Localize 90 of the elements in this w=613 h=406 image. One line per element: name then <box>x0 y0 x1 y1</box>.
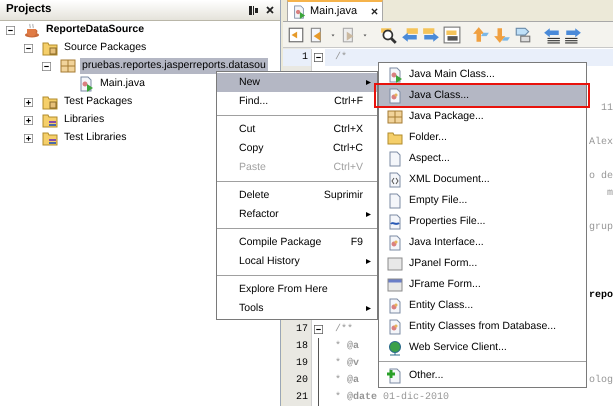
line-number: 19 <box>296 358 308 369</box>
java-file-icon <box>387 234 403 250</box>
coffee-cup-icon <box>24 22 40 38</box>
folder-icon <box>42 94 58 110</box>
folder-icon <box>42 112 58 128</box>
code-text: /** <box>334 322 354 337</box>
tree-item[interactable]: pruebas.reportes.jasperreports.datasou <box>80 58 268 74</box>
java-file-icon <box>387 88 403 104</box>
expand-icon[interactable] <box>24 98 33 106</box>
code-text: *@a <box>334 374 360 388</box>
code-text: olog <box>588 374 613 388</box>
menu-item[interactable]: Cut Ctrl+X <box>217 120 377 139</box>
tree-item[interactable]: Libraries <box>62 112 106 128</box>
menu-item[interactable]: Folder... <box>379 127 586 148</box>
collapse-icon[interactable] <box>42 62 51 70</box>
code-text: *@date 01-dic-2010 <box>334 390 450 405</box>
new-file-icon <box>387 368 403 384</box>
collapse-icon[interactable] <box>24 44 33 52</box>
code-text: o de <box>588 170 613 184</box>
minimize-icon[interactable] <box>249 6 258 14</box>
xml-file-icon <box>387 172 403 188</box>
code-text: *@v <box>334 356 360 371</box>
search-icon[interactable] <box>380 26 398 44</box>
java-file-icon <box>387 66 403 82</box>
java-file-icon <box>292 4 306 18</box>
menu-item[interactable]: Aspect... <box>379 148 586 169</box>
collapse-icon[interactable] <box>6 26 15 34</box>
line-number: 21 <box>296 392 308 403</box>
code-text: repo <box>588 289 613 303</box>
expand-icon[interactable] <box>24 134 33 142</box>
menu-item[interactable]: New <box>217 73 377 92</box>
globe-icon <box>387 340 403 356</box>
code-text: m <box>606 187 613 201</box>
folder-icon <box>387 130 403 146</box>
menu-item[interactable]: Explore From Here <box>217 280 377 299</box>
editor-tab[interactable]: Main.java <box>287 0 384 21</box>
menu-item[interactable]: Local History <box>217 252 377 271</box>
expand-icon[interactable] <box>24 116 33 124</box>
code-text: 11 <box>600 102 613 116</box>
menu-item[interactable]: Tools <box>217 299 377 318</box>
tree-item[interactable]: Main.java <box>98 76 147 92</box>
close-icon[interactable] <box>371 8 378 15</box>
menu-item[interactable]: Java Package... <box>379 106 586 127</box>
panel-title: Projects <box>6 2 52 18</box>
menu-item[interactable]: Entity Class... <box>379 295 586 316</box>
menu-item[interactable]: Other... <box>379 365 586 386</box>
shift-right-icon[interactable] <box>564 26 582 44</box>
code-text: grup <box>588 221 613 235</box>
menu-item[interactable]: Find... Ctrl+F <box>217 92 377 111</box>
tree-item[interactable]: Source Packages <box>62 40 148 56</box>
menu-item[interactable]: JPanel Form... <box>379 253 586 274</box>
menu-item[interactable]: Entity Classes from Database... <box>379 316 586 337</box>
window-form-icon <box>387 276 403 292</box>
shift-left-icon[interactable] <box>543 26 561 44</box>
menu-item[interactable]: Properties File... <box>379 211 586 232</box>
menu-item[interactable]: Java Interface... <box>379 232 586 253</box>
tree-item[interactable]: ReporteDataSource <box>44 22 146 38</box>
line-number: 1 <box>302 52 308 63</box>
folder-icon <box>42 130 58 146</box>
properties-file-icon <box>387 214 403 230</box>
menu-item[interactable]: Delete Suprimir <box>217 186 377 205</box>
java-file-icon <box>387 318 403 334</box>
code-text: *@a <box>334 340 360 354</box>
package-icon <box>387 108 403 124</box>
file-icon <box>387 192 403 208</box>
tree-item[interactable]: Test Packages <box>62 94 134 110</box>
tree-item[interactable]: Test Libraries <box>62 130 128 146</box>
java-file-icon <box>78 76 94 92</box>
line-number: 20 <box>296 375 308 386</box>
code-text: Alex <box>588 136 613 150</box>
menu-item[interactable]: Empty File... <box>379 190 586 211</box>
folder-icon <box>42 40 58 56</box>
collapse-icon[interactable] <box>314 53 323 62</box>
collapse-icon[interactable] <box>314 325 323 334</box>
menu-item[interactable]: JFrame Form... <box>379 274 586 295</box>
menu-item[interactable]: Java Main Class... <box>379 64 586 85</box>
back-icon[interactable] <box>287 26 305 44</box>
line-number: 17 <box>296 324 308 335</box>
line-number: 18 <box>296 341 308 352</box>
right-arrow-icon[interactable] <box>422 26 440 44</box>
menu-item[interactable]: Copy Ctrl+C <box>217 139 377 158</box>
panel-form-icon <box>387 256 403 272</box>
menu-item[interactable]: Web Service Client... <box>379 337 586 358</box>
menu-item[interactable]: Refactor <box>217 205 377 224</box>
close-icon[interactable] <box>266 6 274 14</box>
java-file-icon <box>387 298 403 314</box>
menu-item[interactable]: Compile Package F9 <box>217 233 377 252</box>
menu-item[interactable]: XML Document... <box>379 169 586 190</box>
package-icon <box>60 58 76 74</box>
file-icon <box>387 150 403 166</box>
